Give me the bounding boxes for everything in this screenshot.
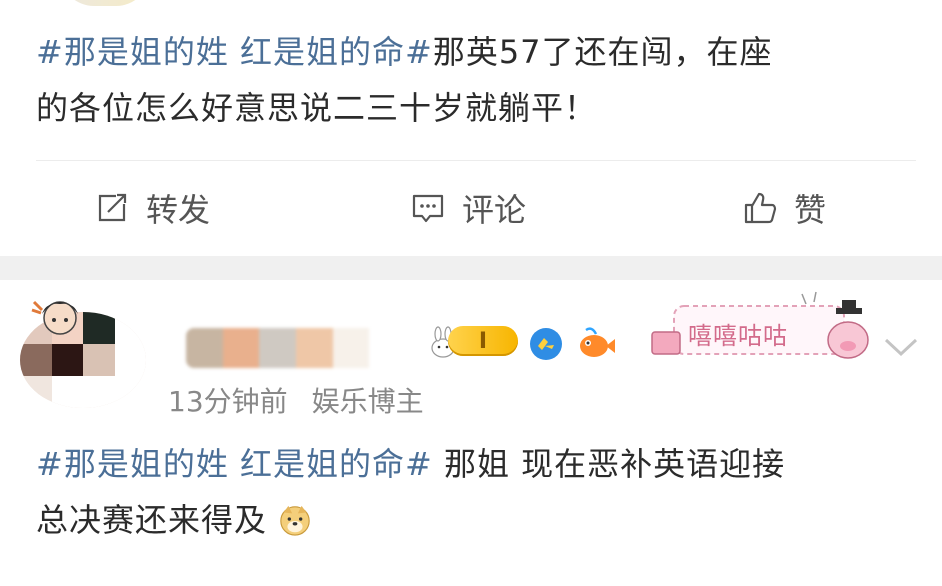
divider [36,160,916,161]
post-body-line1: 那姐 现在恶补英语迎接 [432,445,786,483]
post-body-line1: 那英57了还在闯，在座 [432,33,773,71]
comment-icon [412,194,444,223]
user-category: 娱乐博主 [311,385,424,418]
user-level-text: I [478,328,488,354]
like-label: 赞 [794,191,827,229]
previous-avatar-edge [60,0,150,6]
comment-label: 评论 [462,191,527,229]
comment-button[interactable]: 评论 [410,180,526,236]
vip-badge-icon[interactable] [528,326,564,362]
post-body-line2: 总决赛还来得及 [36,501,268,539]
sticker-text: 嘻嘻咕咕 [688,322,788,350]
doge-emoji [280,505,310,536]
post-actions-bar: 转发 评论 赞 [0,168,942,248]
fish-badge-icon[interactable] [576,324,616,364]
feed-post: I 嘻嘻咕咕 13分钟前 娱乐博主 #那是姐的姓 红是姐的命# 那姐 现在恶补英… [0,280,942,586]
post-body-line2: 的各位怎么好意思说二三十岁就躺平！ [36,89,598,127]
post-meta: 13分钟前 娱乐博主 [168,380,424,420]
like-icon [744,192,777,224]
repost-label: 转发 [146,191,211,229]
user-level-badge[interactable]: I [448,326,518,356]
topic-tag-link[interactable]: #那是姐的姓 红是姐的命# [36,445,433,483]
post-text: #那是姐的姓 红是姐的命# 那姐 现在恶补英语迎接 总决赛还来得及 [36,436,916,548]
username-blurred[interactable] [186,328,406,368]
avatar[interactable] [20,292,152,410]
chevron-down-icon[interactable] [882,332,920,360]
feed-post: #那是姐的姓 红是姐的命#那英57了还在闯，在座 的各位怎么好意思说二三十岁就躺… [0,0,942,256]
topic-tag-link[interactable]: #那是姐的姓 红是姐的命# [36,33,433,71]
repost-button[interactable]: 转发 [94,180,210,236]
repost-icon [98,193,127,222]
decorative-card-sticker: 嘻嘻咕咕 [648,288,880,372]
post-time: 13分钟前 [168,385,288,418]
avatar-frame-character-icon [31,300,78,335]
like-button[interactable]: 赞 [742,180,826,236]
feed-separator [0,256,942,280]
post-text: #那是姐的姓 红是姐的命#那英57了还在闯，在座 的各位怎么好意思说二三十岁就躺… [36,24,916,136]
